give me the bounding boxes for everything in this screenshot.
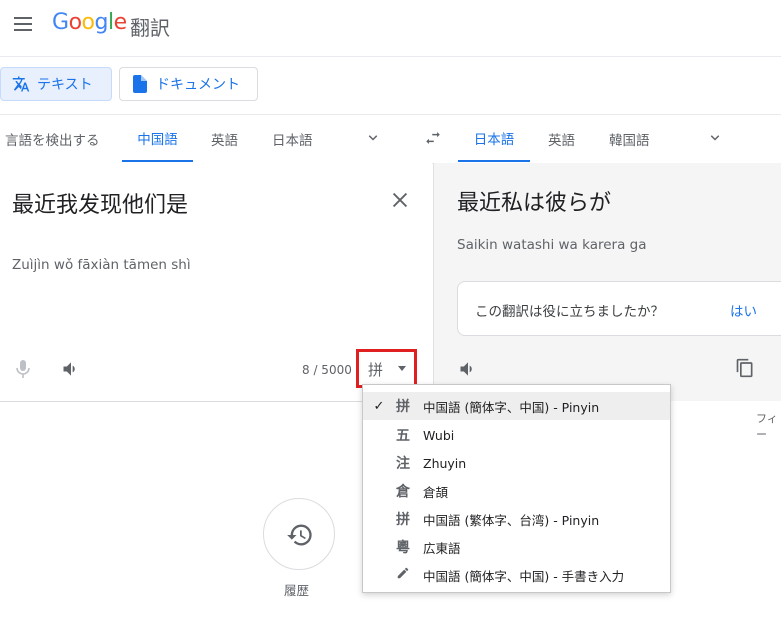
menu-item-wubi[interactable]: 五 Wubi [363,421,670,449]
menu-item-label: 中国語 (簡体字、中国) - 手書き入力 [423,568,625,584]
send-feedback-link[interactable]: フィー [756,410,781,442]
tab-source-english[interactable]: 英語 [211,115,238,162]
menu-item-label: 広東語 [423,540,461,556]
feedback-yes-button[interactable]: はい [730,300,757,320]
pinyin-glyph-icon: 拼 [396,512,410,528]
checkmark-icon: ✓ [373,398,385,414]
character-count: 8 / 5000 [302,363,352,377]
pinyin-glyph-icon: 拼 [396,399,410,415]
document-mode-button[interactable]: ドキュメント [119,67,258,101]
history-button[interactable] [263,498,335,570]
app-name: 翻訳 [130,16,170,40]
menu-item-label: 中国語 (簡体字、中国) - Pinyin [423,399,600,415]
text-mode-label: テキスト [37,77,93,93]
menu-item-pinyin-simplified[interactable]: ✓ 拼 中国語 (簡体字、中国) - Pinyin [363,392,670,420]
copy-icon[interactable] [735,357,755,379]
document-icon [130,74,150,94]
source-text-input[interactable]: 最近我发现他们是 [12,187,188,219]
tab-detect-language[interactable]: 言語を検出する [5,115,100,162]
input-tool-dropdown-caret-icon[interactable] [398,366,406,371]
source-language-chevron-down-icon[interactable] [364,129,382,147]
source-speaker-icon[interactable] [60,359,82,379]
history-icon [287,524,312,546]
target-speaker-icon[interactable] [457,359,479,379]
menu-item-zhuyin[interactable]: 注 Zhuyin [363,449,670,477]
source-romanization: Zuìjìn wǒ fāxiàn tāmen shì [12,257,191,273]
zhuyin-glyph-icon: 注 [396,456,410,472]
cantonese-glyph-icon: 粵 [396,540,410,556]
tab-target-korean[interactable]: 韓国語 [609,115,650,162]
menu-item-label: 中国語 (繁体字、台湾) - Pinyin [423,512,600,528]
menu-item-handwriting[interactable]: 中国語 (簡体字、中国) - 手書き入力 [363,561,670,589]
document-mode-label: ドキュメント [156,77,240,93]
translate-icon [11,74,31,94]
target-romanization: Saikin watashi wa karera ga [457,237,647,253]
menu-item-pinyin-traditional[interactable]: 拼 中国語 (繁体字、台湾) - Pinyin [363,505,670,533]
tab-source-japanese[interactable]: 日本語 [272,115,313,162]
input-tools-menu: ✓ 拼 中国語 (簡体字、中国) - Pinyin 五 Wubi 注 Zhuyi… [362,384,671,593]
microphone-icon[interactable] [14,359,32,379]
translated-text: 最近私は彼らが [457,191,612,216]
menu-item-label: 倉頡 [423,484,449,500]
wubi-glyph-icon: 五 [396,428,410,444]
menu-item-label: Zhuyin [423,455,467,471]
tab-target-japanese[interactable]: 日本語 [458,115,530,162]
menu-item-cangjie[interactable]: 倉 倉頡 [363,477,670,505]
google-logo[interactable]: Google [52,10,127,35]
pencil-icon [391,566,415,584]
language-bar: 言語を検出する 中国語 英語 日本語 日本語 英語 韓国語 [0,114,781,164]
menu-item-cantonese[interactable]: 粵 広東語 [363,533,670,561]
tab-target-english[interactable]: 英語 [548,115,575,162]
target-language-chevron-down-icon[interactable] [706,129,724,147]
cangjie-glyph-icon: 倉 [396,484,410,500]
swap-languages-icon[interactable] [423,129,443,147]
tab-source-chinese[interactable]: 中国語 [122,115,193,162]
clear-text-close-icon[interactable] [389,189,411,211]
hamburger-menu-icon[interactable] [14,17,34,33]
menu-item-label: Wubi [423,427,455,443]
input-tool-button[interactable]: 拼 [368,359,383,380]
text-mode-button[interactable]: テキスト [0,67,112,101]
history-label: 履歴 [284,583,310,598]
input-tool-highlight-box[interactable] [356,349,417,388]
feedback-question: この翻訳は役に立ちましたか？ [475,304,664,320]
